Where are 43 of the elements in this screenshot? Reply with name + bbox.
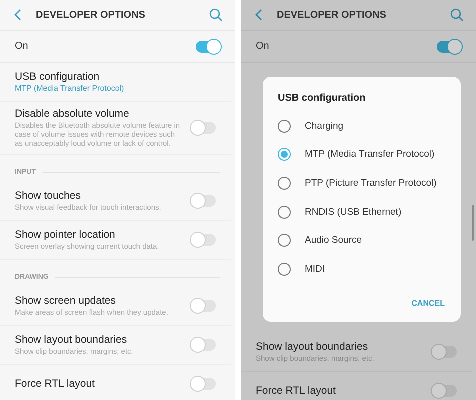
radio-button[interactable] <box>278 206 291 219</box>
setting-title: Show touches <box>15 190 82 202</box>
setting-title: Show pointer location <box>15 229 116 241</box>
settings-item[interactable]: USB configuration MTP (Media Transfer Protocol) <box>0 63 231 102</box>
search-icon[interactable] <box>209 8 223 22</box>
setting-title: USB configuration <box>15 71 101 83</box>
option-label[interactable]: PTP (Picture Transfer Protocol) <box>305 178 437 189</box>
toggle-switch[interactable] <box>192 234 216 246</box>
screen-title: DEVELOPER OPTIONS <box>36 10 146 20</box>
option-label[interactable]: Charging <box>305 120 344 132</box>
toggle-switch[interactable] <box>192 300 216 312</box>
back-icon[interactable] <box>14 9 22 21</box>
scroll-bar <box>472 205 474 241</box>
screen-title: DEVELOPER OPTIONS <box>277 10 388 20</box>
radio-button[interactable] <box>278 148 291 162</box>
setting-title: Show screen updates <box>15 295 117 307</box>
radio-button[interactable] <box>278 234 291 248</box>
master-switch-label: On <box>15 41 28 52</box>
setting-title: Show layout boundaries <box>15 334 128 346</box>
toggle-switch[interactable] <box>437 40 461 52</box>
toggle-switch[interactable] <box>192 339 216 351</box>
option-label[interactable]: MIDI <box>305 264 326 275</box>
option-label[interactable]: Audio Source <box>305 235 362 246</box>
toggle-switch[interactable] <box>433 385 457 397</box>
setting-title: Show layout boundaries <box>256 341 370 353</box>
toggle-switch[interactable] <box>192 378 216 390</box>
back-icon[interactable] <box>255 9 263 21</box>
setting-value: MTP (Media Transfer Protocol) <box>15 84 126 93</box>
search-icon[interactable] <box>450 8 464 22</box>
setting-title: Force RTL layout <box>256 385 337 397</box>
toggle-switch[interactable] <box>433 346 457 358</box>
radio-button[interactable] <box>278 262 291 276</box>
option-label[interactable]: RNDIS (USB Ethernet) <box>305 206 402 218</box>
setting-title: Force RTL layout <box>15 378 96 390</box>
master-switch-label: On <box>256 41 270 52</box>
setting-title: Disable absolute volume <box>15 108 130 120</box>
toggle-switch[interactable] <box>196 40 220 52</box>
radio-button[interactable] <box>278 120 291 133</box>
dialog-title: USB configuration <box>278 93 367 104</box>
radio-button[interactable] <box>278 176 291 190</box>
toggle-switch[interactable] <box>192 122 216 134</box>
toggle-switch[interactable] <box>192 195 216 207</box>
option-label[interactable]: MTP (Media Transfer Protocol) <box>305 149 435 160</box>
